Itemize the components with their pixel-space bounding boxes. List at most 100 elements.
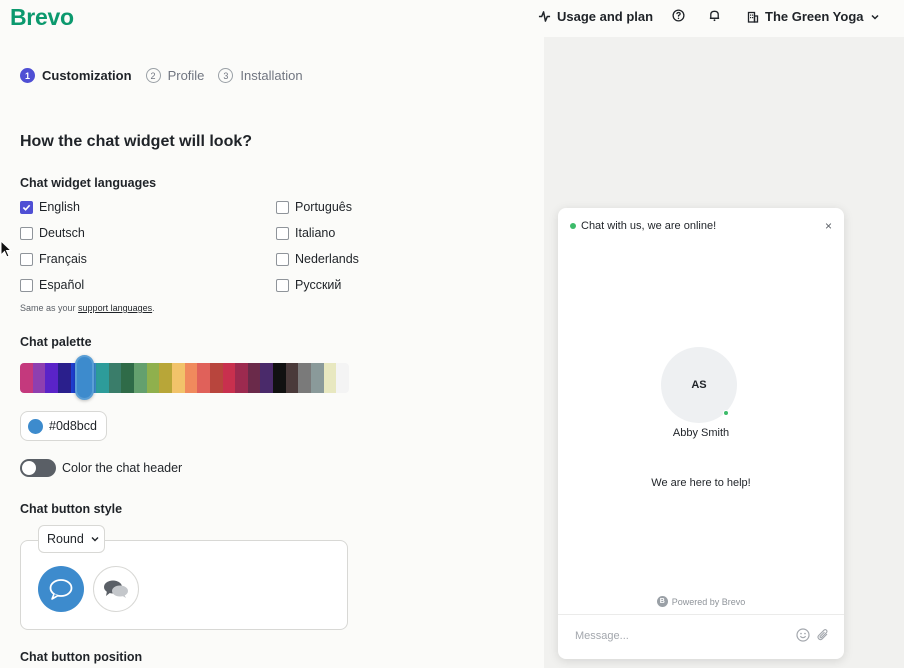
language-label: Deutsch bbox=[39, 226, 85, 240]
agent-online-indicator bbox=[723, 410, 729, 416]
checkbox[interactable] bbox=[276, 200, 289, 214]
usage-and-plan-link[interactable]: Usage and plan bbox=[538, 9, 653, 24]
palette-swatch[interactable] bbox=[260, 363, 274, 393]
step-number: 1 bbox=[20, 68, 35, 83]
checkbox[interactable] bbox=[20, 226, 33, 240]
chat-widget-preview: Chat with us, we are online! × AS Abby S… bbox=[558, 208, 844, 659]
palette-swatch[interactable] bbox=[336, 363, 350, 393]
palette-swatch[interactable] bbox=[20, 363, 33, 393]
palette-swatch[interactable] bbox=[247, 363, 261, 393]
palette-swatch[interactable] bbox=[197, 363, 210, 393]
hint-prefix: Same as your bbox=[20, 303, 76, 313]
hex-color-input[interactable]: #0d8bcd bbox=[20, 411, 107, 441]
agent-avatar: AS bbox=[661, 347, 737, 423]
step-customization[interactable]: 1 Customization bbox=[20, 68, 132, 83]
step-installation[interactable]: 3 Installation bbox=[218, 68, 303, 83]
close-icon[interactable]: × bbox=[825, 219, 832, 233]
composer-icons bbox=[796, 628, 830, 642]
agent-name: Abby Smith bbox=[672, 427, 730, 439]
notifications-button[interactable] bbox=[708, 9, 721, 22]
step-label: Customization bbox=[42, 68, 132, 83]
language-label: Español bbox=[39, 278, 85, 292]
checkbox[interactable] bbox=[20, 278, 33, 292]
checkbox[interactable] bbox=[20, 200, 33, 214]
palette-swatch[interactable] bbox=[32, 363, 46, 393]
usage-label: Usage and plan bbox=[557, 9, 654, 24]
palette-swatch[interactable] bbox=[133, 363, 147, 393]
palette-swatch[interactable] bbox=[311, 363, 324, 393]
language-checkbox-portugues[interactable]: Português bbox=[276, 200, 352, 214]
chat-bubbles-icon bbox=[104, 580, 128, 598]
step-number: 3 bbox=[218, 68, 234, 83]
brevo-logo[interactable]: Brevo bbox=[10, 4, 74, 31]
color-palette[interactable] bbox=[20, 363, 350, 393]
hint-suffix: . bbox=[152, 303, 155, 313]
button-position-label: Chat button position bbox=[20, 650, 143, 664]
button-style-label: Chat button style bbox=[20, 502, 123, 516]
brevo-badge-icon: B bbox=[656, 596, 668, 607]
activity-icon bbox=[538, 11, 551, 22]
palette-swatch[interactable] bbox=[323, 363, 337, 393]
checkbox[interactable] bbox=[20, 252, 33, 266]
palette-swatch[interactable] bbox=[146, 363, 160, 393]
step-label: Profile bbox=[167, 68, 205, 83]
attachment-icon[interactable] bbox=[816, 628, 830, 642]
checkbox[interactable] bbox=[276, 252, 289, 266]
language-label: Русский bbox=[295, 278, 342, 292]
palette-swatch[interactable] bbox=[184, 363, 198, 393]
account-name: The Green Yoga bbox=[765, 9, 864, 24]
language-checkbox-francais[interactable]: Français bbox=[20, 252, 87, 266]
message-composer[interactable]: Message... bbox=[558, 614, 844, 659]
page-title: How the chat widget will look? bbox=[20, 133, 253, 150]
palette-slider-handle[interactable] bbox=[75, 355, 94, 400]
color-header-label: Color the chat header bbox=[62, 461, 183, 475]
palette-swatch[interactable] bbox=[159, 363, 172, 393]
top-bar: Brevo Usage and plan The Green Yoga bbox=[0, 0, 904, 37]
help-button[interactable] bbox=[672, 9, 685, 22]
building-icon bbox=[747, 11, 759, 23]
help-icon bbox=[672, 9, 685, 22]
step-profile[interactable]: 2 Profile bbox=[145, 68, 205, 83]
language-label: Nederlands bbox=[295, 252, 359, 266]
online-indicator bbox=[570, 223, 576, 229]
language-checkbox-english[interactable]: English bbox=[20, 200, 80, 214]
palette-swatch[interactable] bbox=[57, 363, 71, 393]
palette-swatch[interactable] bbox=[45, 363, 58, 393]
palette-swatch[interactable] bbox=[209, 363, 223, 393]
palette-swatch[interactable] bbox=[298, 363, 312, 393]
checkbox[interactable] bbox=[276, 278, 289, 292]
language-label: English bbox=[39, 200, 80, 214]
language-label: Italiano bbox=[295, 226, 336, 240]
language-checkbox-espanol[interactable]: Español bbox=[20, 278, 84, 292]
message-input[interactable]: Message... bbox=[575, 630, 629, 642]
round-chat-button-option[interactable] bbox=[38, 566, 84, 612]
language-checkbox-italiano[interactable]: Italiano bbox=[276, 226, 335, 240]
mouse-cursor-icon bbox=[0, 240, 12, 258]
chat-bubble-icon bbox=[49, 579, 73, 600]
language-label: Português bbox=[295, 200, 352, 214]
select-value: Round bbox=[47, 532, 84, 546]
button-style-select[interactable]: Round bbox=[38, 525, 105, 553]
stepper: 1 Customization 2 Profile 3 Installation bbox=[20, 68, 317, 83]
powered-by-text: Powered by Brevo bbox=[671, 596, 746, 607]
color-header-toggle[interactable] bbox=[20, 459, 56, 477]
palette-swatch[interactable] bbox=[222, 363, 236, 393]
account-menu[interactable]: The Green Yoga bbox=[747, 9, 880, 24]
palette-swatch[interactable] bbox=[95, 363, 109, 393]
palette-swatch[interactable] bbox=[273, 363, 286, 393]
language-checkbox-deutsch[interactable]: Deutsch bbox=[20, 226, 85, 240]
palette-swatch[interactable] bbox=[121, 363, 134, 393]
language-checkbox-russian[interactable]: Русский bbox=[276, 278, 341, 292]
language-checkbox-nederlands[interactable]: Nederlands bbox=[276, 252, 359, 266]
emoji-icon[interactable] bbox=[796, 628, 810, 642]
classic-chat-button-option[interactable] bbox=[93, 566, 139, 612]
palette-swatch[interactable] bbox=[171, 363, 185, 393]
support-languages-link[interactable]: support languages bbox=[78, 303, 152, 313]
language-label: Français bbox=[39, 252, 87, 266]
chevron-down-icon bbox=[91, 537, 99, 542]
checkbox[interactable] bbox=[276, 226, 289, 240]
palette-swatch[interactable] bbox=[235, 363, 248, 393]
palette-label: Chat palette bbox=[20, 335, 92, 349]
palette-swatch[interactable] bbox=[108, 363, 122, 393]
palette-swatch[interactable] bbox=[285, 363, 299, 393]
